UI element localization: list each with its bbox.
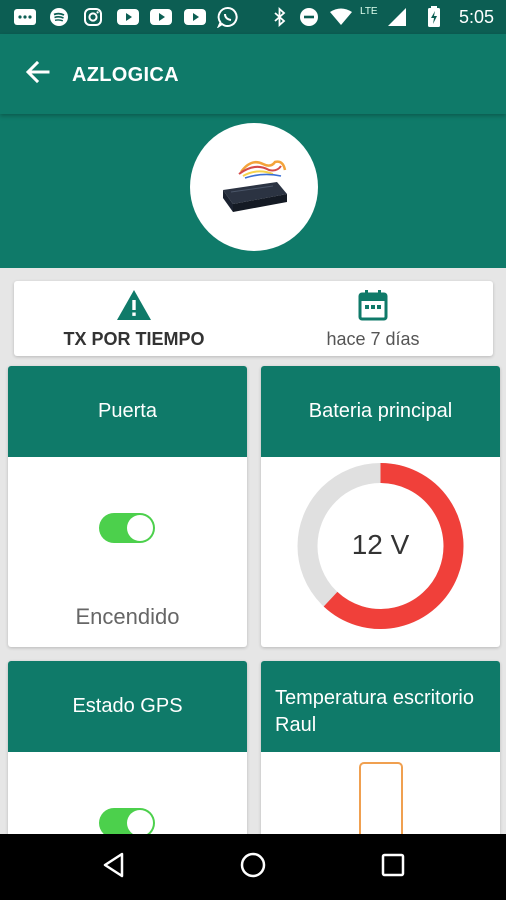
transmission-card: TX POR TIEMPO hace 7 días: [14, 281, 493, 356]
toggle-knob: [127, 810, 153, 836]
tile-puerta-title: Puerta: [8, 366, 247, 457]
back-button[interactable]: [20, 56, 56, 92]
tile-bateria[interactable]: Bateria principal 12 V: [261, 366, 500, 647]
app-bar: AZLOGICA: [0, 34, 506, 114]
device-header: [0, 114, 506, 268]
tx-mode: TX POR TIEMPO: [14, 289, 254, 350]
thermometer-gauge: [359, 762, 403, 842]
tile-puerta[interactable]: Puerta Encendido: [8, 366, 247, 647]
gps-tracker-device-image: [223, 160, 287, 212]
tile-bateria-title: Bateria principal: [261, 366, 500, 457]
message-icon: [12, 8, 38, 26]
home-circle-icon: [239, 851, 267, 884]
tile-temperatura[interactable]: Temperatura escritorio Raul: [261, 661, 500, 851]
recents-square-icon: [381, 853, 405, 882]
wifi-icon: [328, 8, 354, 26]
spotify-icon: [48, 8, 70, 26]
nav-back-button[interactable]: [96, 849, 132, 885]
signal-icon: [386, 8, 408, 26]
clock: 5:05: [458, 7, 494, 27]
nav-recents-button[interactable]: [375, 849, 411, 885]
device-avatar: [190, 123, 318, 251]
nav-home-button[interactable]: [235, 849, 271, 885]
arrow-back-icon: [24, 58, 52, 91]
toggle-knob: [127, 515, 153, 541]
tx-last-update: hace 7 días: [253, 289, 493, 350]
youtube-icon: [182, 8, 208, 26]
youtube-icon: [148, 8, 174, 26]
do-not-disturb-icon: [298, 8, 320, 26]
battery-value: 12 V: [351, 529, 410, 560]
bluetooth-icon: [272, 7, 288, 27]
whatsapp-icon: [216, 7, 240, 28]
tx-last-update-text: hace 7 días: [326, 329, 420, 349]
tile-gps[interactable]: Estado GPS: [8, 661, 247, 851]
battery-icon: [426, 6, 442, 27]
page-title: AZLOGICA: [72, 64, 179, 86]
instagram-icon: [82, 8, 104, 26]
system-nav-bar: [0, 834, 506, 900]
puerta-toggle[interactable]: [99, 513, 155, 543]
warning-icon: [116, 289, 152, 326]
puerta-status: Encendido: [75, 604, 180, 629]
network-type-label: LTE: [360, 5, 378, 17]
status-bar: LTE 5:05: [0, 0, 506, 34]
back-triangle-icon: [102, 852, 126, 883]
tx-mode-label: TX POR TIEMPO: [63, 329, 205, 349]
tile-gps-title: Estado GPS: [8, 661, 247, 752]
tile-temperatura-title: Temperatura escritorio Raul: [261, 661, 500, 752]
calendar-icon: [358, 289, 388, 326]
youtube-icon: [115, 8, 141, 26]
